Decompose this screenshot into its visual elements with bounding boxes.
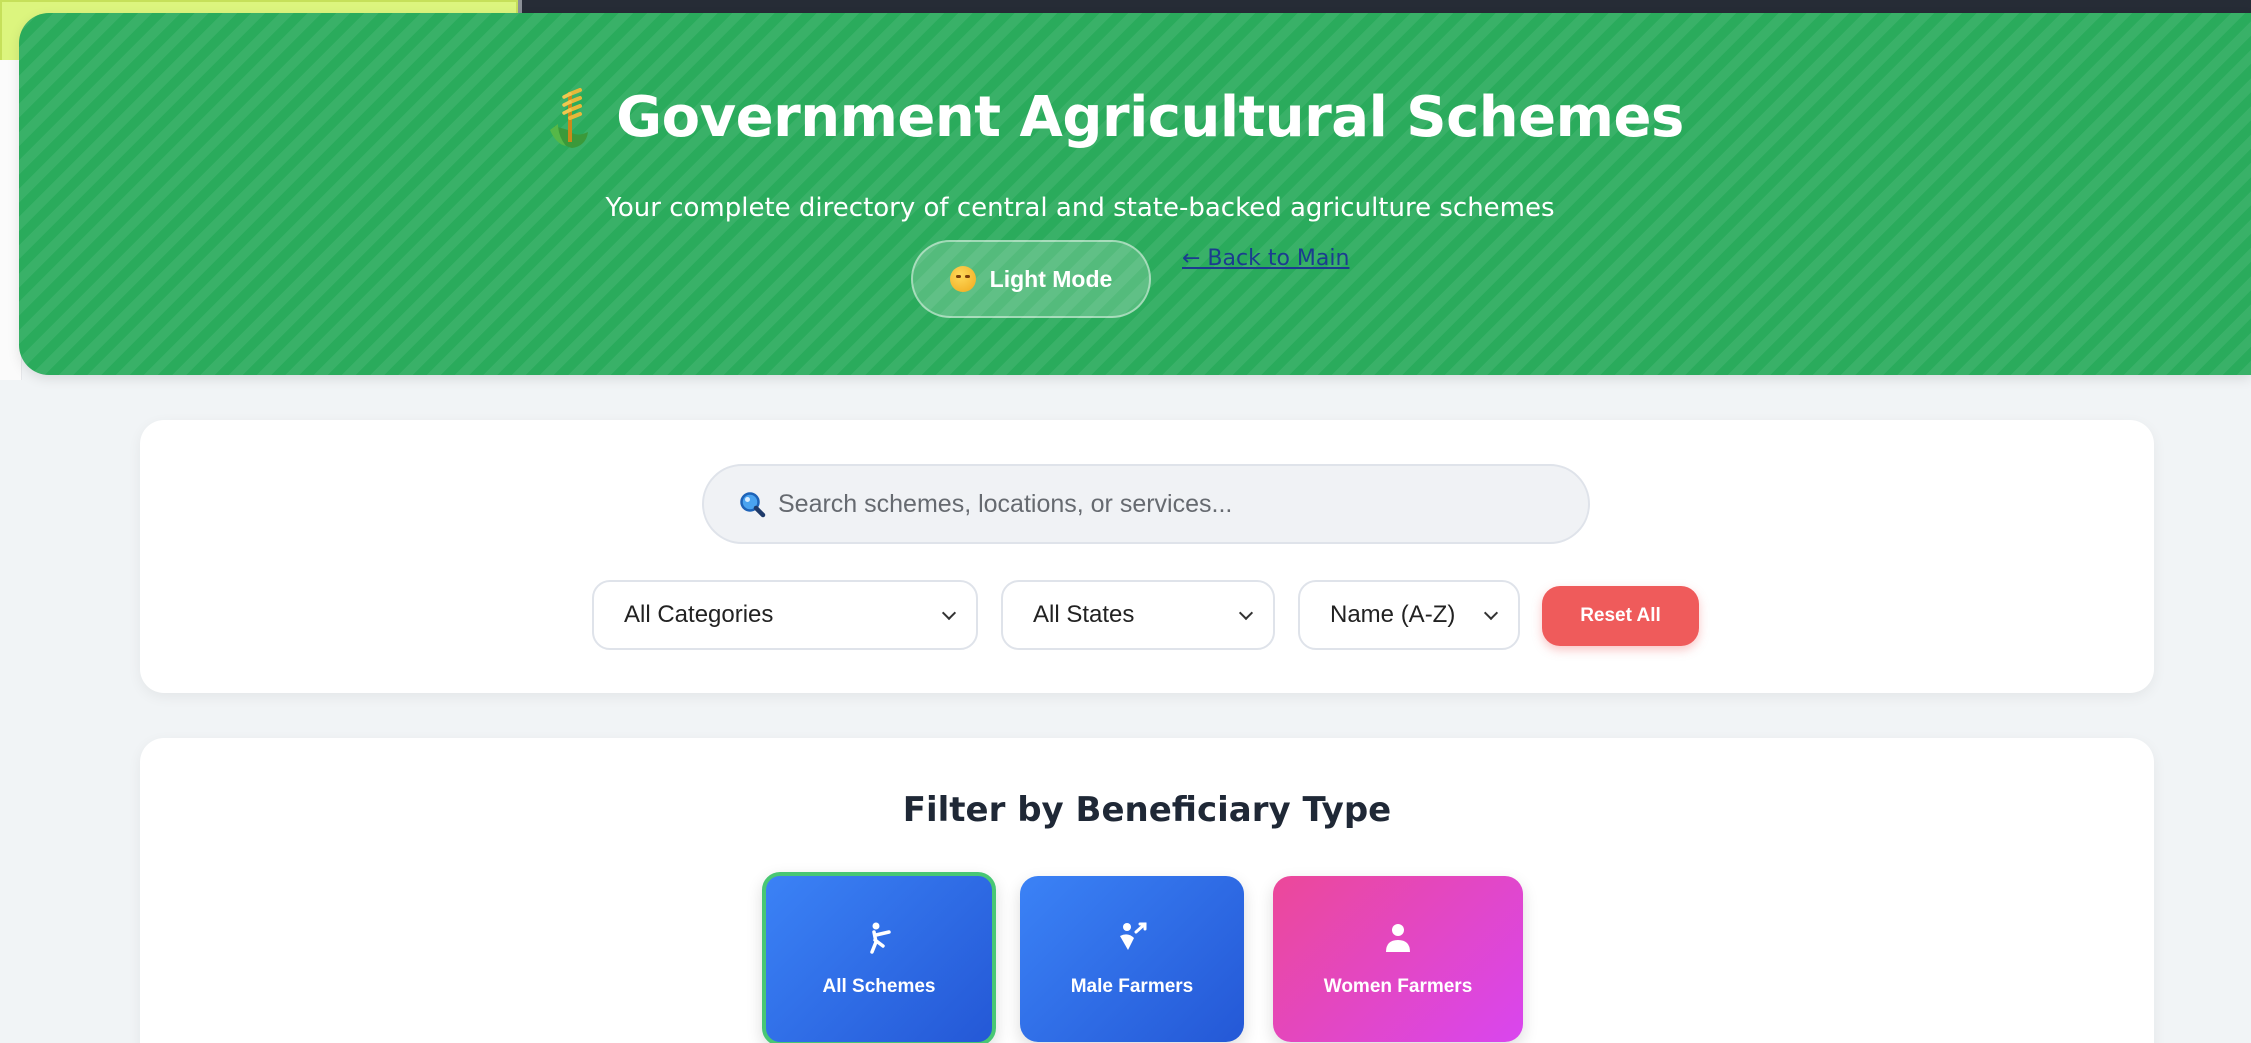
light-mode-label: Light Mode [989, 265, 1113, 292]
hero-header: Government Agricultural Schemes Your com… [19, 13, 2251, 375]
reset-all-button[interactable]: Reset All [1542, 586, 1699, 646]
male-farmers-label: Male Farmers [1070, 976, 1194, 997]
page-subtitle: Your complete directory of central and s… [605, 193, 1555, 223]
chevron-down-icon [1238, 605, 1254, 620]
wheat-icon [550, 87, 589, 148]
beneficiary-filter-title: Filter by Beneficiary Type [902, 790, 1392, 830]
person-icon [1386, 924, 1410, 952]
category-select-value: All Categories [624, 601, 774, 628]
sort-select[interactable]: Name (A-Z) [1298, 580, 1520, 650]
category-select[interactable]: All Categories [592, 580, 978, 650]
male-farmers-button[interactable]: Male Farmers [1020, 876, 1244, 1042]
title-row: Government Agricultural Schemes [19, 85, 2251, 150]
page-title: Government Agricultural Schemes [616, 85, 1684, 150]
women-farmers-label: Women Farmers [1323, 976, 1473, 997]
chevron-down-icon [1483, 605, 1499, 620]
all-schemes-button[interactable]: All Schemes [762, 872, 996, 1043]
state-select[interactable]: All States [1001, 580, 1275, 650]
all-schemes-label: All Schemes [822, 976, 936, 997]
search-icon [740, 492, 766, 518]
back-to-main-link[interactable]: ← Back to Main [1182, 246, 1349, 271]
women-farmers-button[interactable]: Women Farmers [1273, 876, 1523, 1042]
sort-select-value: Name (A-Z) [1330, 601, 1456, 628]
search-box[interactable] [702, 464, 1590, 544]
chevron-down-icon [941, 605, 957, 620]
farmer-icon [870, 922, 891, 954]
male-farmer-icon [1120, 922, 1147, 950]
smiley-icon [949, 266, 976, 292]
search-card [140, 420, 2154, 693]
state-select-value: All States [1033, 601, 1135, 628]
search-input[interactable] [778, 489, 1558, 519]
light-mode-toggle[interactable]: Light Mode [911, 240, 1151, 318]
